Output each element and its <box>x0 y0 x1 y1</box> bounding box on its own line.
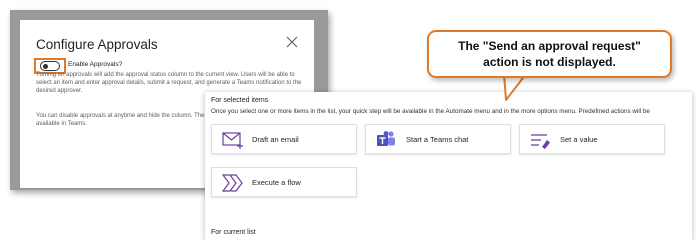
teams-icon <box>377 131 395 146</box>
close-icon[interactable] <box>286 36 298 48</box>
card-label: Set a value <box>560 135 598 144</box>
callout-line-2: action is not displayed. <box>483 55 616 69</box>
enable-approvals-toggle[interactable] <box>40 61 60 71</box>
section-current-list: For current list <box>211 229 256 236</box>
quick-step-description: Once you select one or more items in the… <box>211 108 650 115</box>
set-value-card[interactable]: Set a value <box>519 124 665 154</box>
section-selected-items: For selected items <box>211 97 269 104</box>
mail-icon <box>222 132 243 149</box>
flow-icon <box>222 174 243 192</box>
execute-flow-card[interactable]: Execute a flow <box>211 167 357 197</box>
dialog-title: Configure Approvals <box>36 37 158 52</box>
callout-line-1: The "Send an approval request" <box>458 39 641 53</box>
set-value-icon <box>531 134 550 149</box>
enable-approvals-label: Enable Approvals? <box>68 61 123 68</box>
draft-email-card[interactable]: Draft an email <box>211 124 357 154</box>
card-label: Draft an email <box>252 135 299 144</box>
quick-steps-panel: For selected items Once you select one o… <box>205 92 692 240</box>
callout-pointer <box>502 74 532 101</box>
card-label: Start a Teams chat <box>406 135 469 144</box>
card-label: Execute a flow <box>252 178 301 187</box>
teams-chat-card[interactable]: Start a Teams chat <box>365 124 511 154</box>
annotation-callout: The "Send an approval request" action is… <box>427 30 672 78</box>
